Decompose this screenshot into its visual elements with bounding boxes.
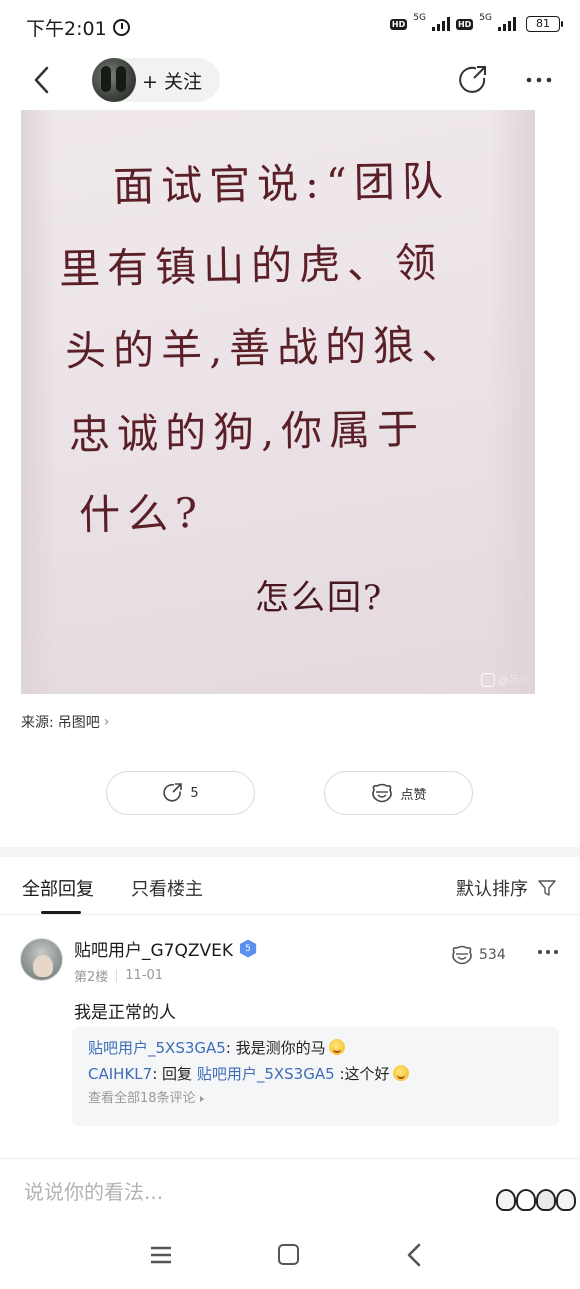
source-forum-name[interactable]: 吊图吧 [58, 712, 100, 732]
chevron-left-icon[interactable] [28, 62, 58, 98]
comment-input[interactable] [14, 1173, 474, 1211]
reply-tabs: 全部回复 只看楼主 默认排序 [0, 857, 580, 915]
sticker-face-icon [536, 1189, 556, 1211]
handwriting-answer: 怎么回? [255, 578, 384, 618]
reply-text: :这个好 [339, 1065, 390, 1083]
status-indicators: HD 5G HD 5G 81 [389, 13, 563, 32]
view-all-label: 查看全部18条评论 [88, 1091, 196, 1106]
sticker-face-icon [556, 1189, 576, 1211]
reply-separator: : [225, 1039, 231, 1057]
tab-all-replies[interactable]: 全部回复 [22, 875, 94, 901]
like-button[interactable]: 点赞 [324, 771, 473, 815]
grin-emoji-icon [328, 1039, 345, 1055]
reply-username[interactable]: 贴吧用户_5XS3GA5 [88, 1039, 226, 1057]
handwriting-line-5: 什么? [78, 488, 205, 540]
like-face-icon [372, 783, 393, 803]
handwriting-line-3: 头的羊,善战的狼、 [64, 320, 470, 376]
status-bar: 下午2:01 HD 5G HD 5G 81 [0, 0, 580, 52]
reply-text: 我是测你的马 [235, 1039, 326, 1057]
more-dots-icon[interactable] [536, 944, 560, 960]
more-dots-icon[interactable] [524, 70, 554, 90]
image-watermark: @吊图 [481, 672, 531, 688]
share-arrow-icon [163, 783, 183, 802]
section-divider [0, 847, 580, 857]
sub-replies[interactable]: 贴吧用户_5XS3GA5: 我是测你的马 CAIHKL7: 回复 贴吧用户_5X… [72, 1027, 559, 1126]
share-count: 5 [190, 785, 199, 801]
network-label-1: 5G [413, 13, 426, 23]
comment-input-bar [0, 1158, 580, 1224]
reply-target-username[interactable]: 贴吧用户_5XS3GA5 [197, 1065, 335, 1083]
follow-button[interactable]: + 关注 [142, 67, 202, 94]
author-chip[interactable]: + 关注 [92, 58, 220, 102]
commenter-name[interactable]: 贴吧用户_G7QZVEK [74, 936, 233, 961]
chevron-right-icon: › [103, 714, 110, 730]
comment-date: 11-01 [125, 968, 164, 983]
active-tab-indicator [41, 911, 81, 914]
meta-divider [116, 969, 118, 982]
like-label: 点赞 [400, 787, 427, 803]
menu-icon[interactable] [150, 1245, 172, 1265]
comment-meta: 第2楼 11-01 [74, 966, 163, 985]
sort-button[interactable]: 默认排序 [456, 875, 556, 901]
comment-like-button[interactable]: 534 [450, 944, 506, 966]
comment-like-count: 534 [479, 947, 506, 963]
signal-icon-2 [498, 17, 516, 31]
view-all-replies[interactable]: 查看全部18条评论 [88, 1087, 543, 1111]
battery-icon: 81 [526, 16, 563, 32]
alarm-icon [112, 19, 130, 36]
hd-badge-1: HD [389, 18, 408, 30]
funnel-icon [538, 880, 556, 896]
floor-number: 第2楼 [74, 970, 109, 985]
reply-prefix: 回复 [162, 1065, 193, 1083]
sticker-face-icon [516, 1189, 536, 1211]
handwriting-line-1: 面试官说:“团队 [112, 157, 451, 211]
level-badge: 5 [239, 939, 257, 958]
post-header: + 关注 [0, 52, 580, 108]
sub-reply[interactable]: CAIHKL7: 回复 贴吧用户_5XS3GA5 :这个好 [88, 1061, 543, 1087]
comment-item: 贴吧用户_G7QZVEK 5 第2楼 11-01 534 我是正常的人 贴吧用户… [0, 920, 580, 1140]
sort-label: 默认排序 [456, 879, 528, 900]
sticker-button[interactable] [494, 1181, 580, 1211]
signal-icon [431, 17, 450, 31]
system-navigation-bar [0, 1224, 580, 1289]
sub-reply[interactable]: 贴吧用户_5XS3GA5: 我是测你的马 [88, 1035, 543, 1061]
network-label-2: 5G [479, 13, 492, 23]
status-time: 下午2:01 [26, 14, 130, 41]
reply-username[interactable]: CAIHKL7 [88, 1065, 152, 1083]
back-triangle-icon[interactable] [404, 1242, 424, 1268]
like-face-icon [452, 945, 472, 965]
post-source[interactable]: 来源: 吊图吧 › [21, 712, 109, 732]
tab-op-only[interactable]: 只看楼主 [131, 875, 203, 901]
clock-text: 下午2:01 [26, 18, 107, 40]
watermark-text: @吊图 [498, 674, 531, 687]
reply-separator: : [152, 1065, 158, 1083]
author-avatar[interactable] [92, 58, 136, 102]
commenter-name-row: 贴吧用户_G7QZVEK 5 [74, 936, 257, 961]
source-label: 来源: [21, 715, 54, 731]
caret-right-icon [199, 1096, 204, 1102]
weibo-icon [481, 673, 495, 687]
home-square-icon[interactable] [278, 1244, 299, 1265]
share-button[interactable]: 5 [106, 771, 255, 815]
sticker-face-icon [496, 1189, 516, 1211]
commenter-avatar[interactable] [20, 938, 63, 981]
grin-emoji-icon [392, 1065, 409, 1081]
handwriting-line-4: 忠诚的狗,你属于 [68, 404, 426, 460]
comment-text: 我是正常的人 [74, 1003, 176, 1023]
post-image[interactable]: 面试官说:“团队 里有镇山的虎、领 头的羊,善战的狼、 忠诚的狗,你属于 什么?… [21, 110, 535, 694]
handwriting-line-2: 里有镇山的虎、领 [58, 238, 444, 294]
hd-badge-2: HD [455, 18, 474, 30]
share-arrow-icon[interactable] [458, 64, 490, 96]
